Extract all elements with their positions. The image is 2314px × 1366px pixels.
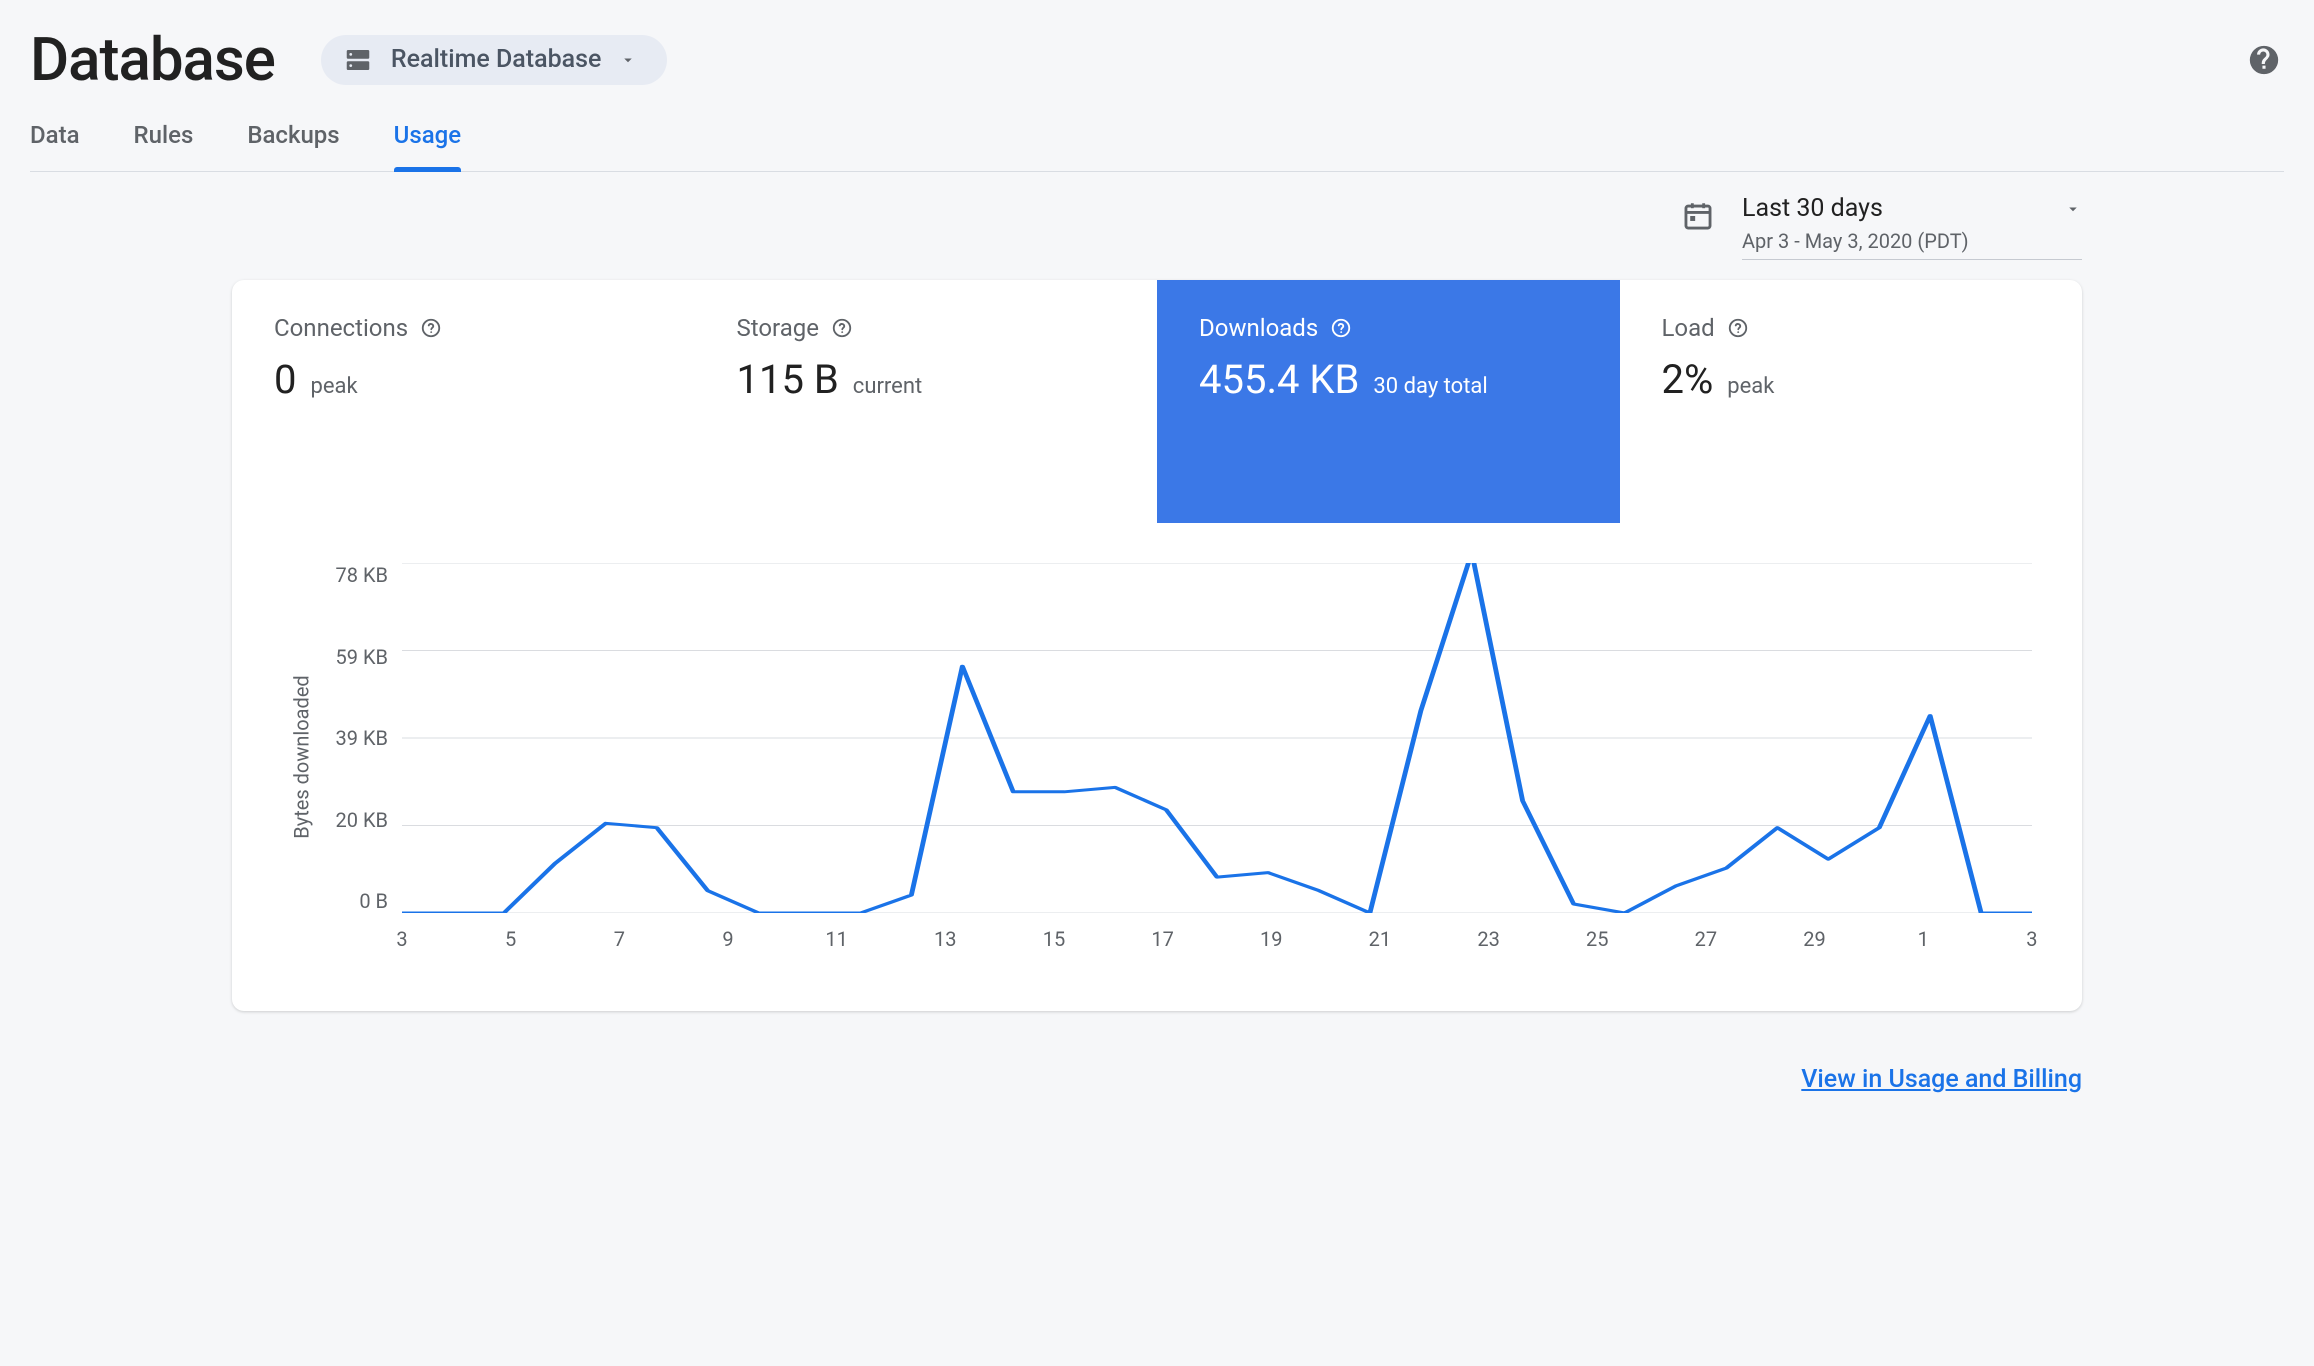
tab-bar: Data Rules Backups Usage: [30, 121, 2284, 172]
help-circle-icon: [420, 317, 442, 339]
metric-suffix: 30 day total: [1373, 374, 1487, 399]
help-icon: [2247, 43, 2281, 77]
chevron-down-icon: [2064, 200, 2082, 218]
tab-rules[interactable]: Rules: [134, 121, 194, 171]
metric-suffix: current: [853, 374, 922, 399]
downloads-chart: Bytes downloaded 78 KB 59 KB 39 KB 20 KB…: [232, 523, 2082, 1011]
metric-value: 0: [274, 356, 296, 403]
metrics-row: Connections 0 peak Storage: [232, 280, 2082, 523]
instance-selector[interactable]: Realtime Database: [321, 35, 667, 85]
chart-yticks: 78 KB 59 KB 39 KB 20 KB 0 B: [322, 563, 402, 913]
usage-card: Connections 0 peak Storage: [232, 280, 2082, 1011]
tab-data[interactable]: Data: [30, 121, 80, 171]
help-circle-icon: [1727, 317, 1749, 339]
metric-suffix: peak: [1727, 374, 1774, 399]
page-title: Database: [30, 24, 275, 95]
instance-label: Realtime Database: [391, 45, 601, 74]
metric-load[interactable]: Load 2% peak: [1620, 280, 2083, 523]
metric-value: 115 B: [737, 356, 839, 403]
help-circle-icon: [831, 317, 853, 339]
database-icon: [343, 45, 373, 75]
chart-ylabel: Bytes downloaded: [290, 675, 314, 838]
tab-backups[interactable]: Backups: [247, 121, 339, 171]
view-usage-billing-link[interactable]: View in Usage and Billing: [1801, 1065, 2082, 1094]
chart-xticks: 35791113151719212325272913: [402, 927, 2032, 951]
metric-label: Connections: [274, 314, 408, 342]
metric-connections[interactable]: Connections 0 peak: [232, 280, 695, 523]
metric-downloads[interactable]: Downloads 455.4 KB 30 day total: [1157, 280, 1620, 523]
metric-label: Downloads: [1199, 314, 1318, 342]
chevron-down-icon: [619, 51, 637, 69]
calendar-icon: [1678, 196, 1718, 236]
help-circle-icon: [1330, 317, 1352, 339]
date-range-label: Last 30 days: [1742, 194, 1883, 223]
help-button[interactable]: [2244, 40, 2284, 80]
metric-value: 455.4 KB: [1199, 356, 1359, 403]
tab-usage[interactable]: Usage: [394, 121, 461, 171]
date-range-picker[interactable]: Last 30 days Apr 3 - May 3, 2020 (PDT): [1678, 194, 2082, 260]
metric-value: 2%: [1662, 356, 1714, 403]
metric-storage[interactable]: Storage 115 B current: [695, 280, 1158, 523]
metric-suffix: peak: [310, 374, 357, 399]
date-range-sub: Apr 3 - May 3, 2020 (PDT): [1742, 229, 2082, 253]
metric-label: Load: [1662, 314, 1715, 342]
metric-label: Storage: [737, 314, 819, 342]
